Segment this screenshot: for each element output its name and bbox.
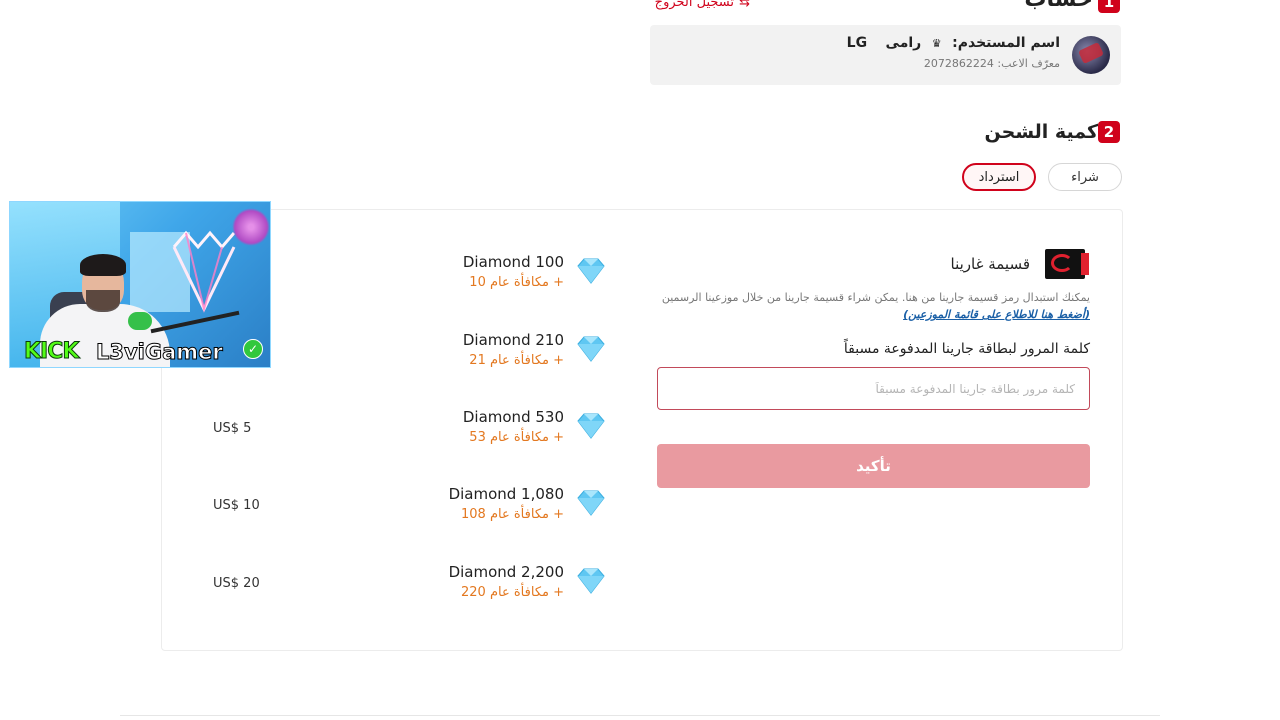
package-price: US$ 5 <box>213 421 252 436</box>
pin-input[interactable] <box>657 367 1090 410</box>
package-name: Diamond 530 <box>462 408 564 426</box>
account-card <box>650 25 1121 85</box>
diamond-icon <box>577 490 605 516</box>
package-bonus: + مكافأة عام 21 <box>469 353 564 368</box>
diamond-icon <box>577 413 605 439</box>
diamond-icon <box>577 258 605 284</box>
package-name: Diamond 100 <box>462 253 564 271</box>
garena-logo-icon <box>1045 249 1089 279</box>
section-1-number: 1 <box>1098 0 1120 13</box>
package-price: US$ 10 <box>213 498 260 513</box>
avatar <box>1072 36 1110 74</box>
stream-label-bar: KICK L3viGamer ✓ <box>10 333 270 367</box>
confirm-button[interactable]: تأكيد <box>657 444 1090 488</box>
package-bonus: + مكافأة عام 53 <box>469 430 564 445</box>
neon-light-decoration <box>172 230 236 313</box>
package-name: Diamond 1,080 <box>448 485 564 503</box>
footer-divider <box>120 715 1160 716</box>
tab-buy[interactable]: شراء <box>1048 163 1122 191</box>
player-id-row: معرّف الاعب: 2072862224 <box>924 57 1060 70</box>
package-price: US$ 20 <box>213 576 260 591</box>
package-item[interactable]: US$ 5 Diamond 530 + مكافأة عام 53 <box>200 408 620 464</box>
section-1-title: حساب <box>1024 0 1093 12</box>
verified-check-icon: ✓ <box>243 339 263 359</box>
package-bonus: + مكافأة عام 10 <box>469 275 564 290</box>
crown-icon: ♛ <box>931 37 942 50</box>
logout-label: تسجيل الخروج <box>654 0 734 10</box>
player-id: 2072862224 <box>923 57 994 70</box>
package-item[interactable]: US$ 10 Diamond 1,080 + مكافأة عام 108 <box>200 485 620 541</box>
package-item[interactable]: US$ 20 Diamond 2,200 + مكافأة عام 220 <box>200 563 620 619</box>
streamer-hair <box>80 254 126 276</box>
section-2-title: كمية الشحن <box>984 121 1098 143</box>
player-id-label: معرّف الاعب: <box>997 57 1060 70</box>
streamer-handle: L3viGamer <box>96 340 224 365</box>
package-bonus: + مكافأة عام 108 <box>461 507 564 522</box>
voucher-description-text: يمكنك استبدال رمز قسيمة جارينا من هنا. ي… <box>661 291 1090 304</box>
username: رامى <box>885 35 922 51</box>
voucher-description: يمكنك استبدال رمز قسيمة جارينا من هنا. ي… <box>650 289 1090 323</box>
package-name: Diamond 2,200 <box>448 563 564 581</box>
username-label: اسم المستخدم: <box>952 35 1060 51</box>
distributors-link[interactable]: (أضغط هنا للاطلاع على قائمة الموزعين) <box>903 308 1090 321</box>
pin-label: كلمة المرور لبطاقة جارينا المدفوعة مسبقا… <box>843 341 1090 357</box>
diamond-icon <box>577 568 605 594</box>
logout-link[interactable]: ⇆ تسجيل الخروج <box>655 0 750 10</box>
kick-logo: KICK <box>23 339 79 365</box>
username-row: اسم المستخدم: ♛ رامى LG <box>847 35 1060 51</box>
tab-redeem[interactable]: استرداد <box>962 163 1036 191</box>
microphone-icon <box>128 312 152 330</box>
username-suffix: LG <box>846 35 868 51</box>
package-bonus: + مكافأة عام 220 <box>461 585 564 600</box>
section-2-number: 2 <box>1098 121 1120 143</box>
diamond-icon <box>577 336 605 362</box>
streamer-webcam-overlay: KICK L3viGamer ✓ <box>9 201 271 368</box>
streamer-beard <box>86 290 120 312</box>
package-name: Diamond 210 <box>462 331 564 349</box>
flower-decoration <box>232 208 270 246</box>
logout-icon: ⇆ <box>739 0 750 10</box>
voucher-title: قسيمة غارينا <box>950 255 1031 273</box>
